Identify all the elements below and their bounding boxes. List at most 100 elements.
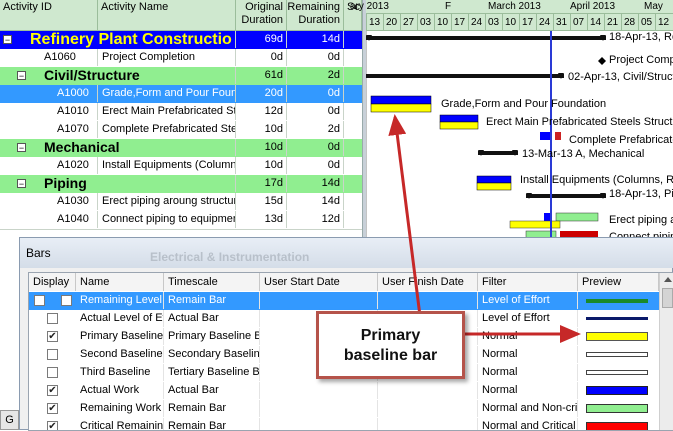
bars-grid-scrollbar[interactable] <box>659 273 673 430</box>
grid-header-display[interactable]: Display <box>29 273 76 291</box>
secondary-checkbox[interactable] <box>61 295 72 306</box>
wbs-name: Refinery Plant Constructio <box>0 31 236 48</box>
column-header-remaining-duration-line1: Remaining <box>287 1 340 13</box>
activity-row-a1030[interactable]: A1030 Erect piping aroung structur 15d 1… <box>0 193 362 212</box>
bar-timescale-cell[interactable]: Remain Bar <box>164 418 260 430</box>
primary-baseline-bar <box>439 121 479 130</box>
grid-header-filter[interactable]: Filter <box>478 273 578 291</box>
bar-timescale-cell[interactable]: Secondary Baseline Bar <box>164 346 260 363</box>
bar-preview <box>586 404 648 413</box>
activity-row-a1040[interactable]: A1040 Connect piping to equipmen 13d 12d <box>0 211 362 230</box>
grid-header-timescale[interactable]: Timescale <box>164 273 260 291</box>
wbs-name: Piping <box>0 175 236 192</box>
original-duration-cell: 12d <box>236 103 287 120</box>
activity-name-cell: Grade,Form and Pour Found <box>98 85 236 102</box>
user-start-date-cell[interactable] <box>260 400 378 417</box>
wbs-row-piping[interactable]: − Piping 17d 14d <box>0 175 362 194</box>
original-duration-cell: 13d <box>236 211 287 228</box>
display-checkbox[interactable] <box>47 367 58 378</box>
bottom-tab[interactable]: G <box>0 410 19 430</box>
wbs-row-mechanical[interactable]: − Mechanical 10d 0d <box>0 139 362 158</box>
dialog-titlebar[interactable]: Bars Electrical & Instrumentation <box>20 238 673 268</box>
user-start-date-cell[interactable] <box>260 292 378 309</box>
column-header-original-duration[interactable]: Original Duration <box>236 0 287 31</box>
activity-row-a1010[interactable]: A1010 Erect Main Prefabricated Ste 12d 0… <box>0 103 362 122</box>
user-finish-date-cell[interactable] <box>378 382 478 399</box>
bar-name-cell[interactable]: Actual Work <box>76 382 164 399</box>
bottom-tab-label: G <box>5 414 14 426</box>
bar-name-cell[interactable]: Remaining Level of Effort <box>76 292 164 309</box>
bar-timescale-cell[interactable]: Actual Bar <box>164 382 260 399</box>
activity-id-cell: A1040 <box>0 211 98 228</box>
column-header-activity-name[interactable]: Activity Name <box>98 0 236 31</box>
activity-row-a1070[interactable]: A1070 Complete Prefabricated Stee 10d 2d <box>0 121 362 140</box>
bar-row[interactable]: ✔ Critical Remaining Remain Bar Normal a… <box>29 418 659 430</box>
activity-name-cell: Project Completion <box>98 49 236 66</box>
original-duration-cell: 10d <box>236 121 287 138</box>
bar-name-cell[interactable]: Actual Level of Effort <box>76 310 164 327</box>
scroll-up-icon[interactable] <box>664 277 672 282</box>
bar-name-cell[interactable]: Critical Remaining <box>76 418 164 430</box>
original-duration-cell: 10d <box>236 157 287 174</box>
bar-filter-cell[interactable]: Normal <box>478 346 578 363</box>
bar-row[interactable]: Remaining Level of Effort Remain Bar Lev… <box>29 292 659 311</box>
bar-timescale-cell[interactable]: Remain Bar <box>164 292 260 309</box>
timescale-day: 10 <box>502 14 516 30</box>
activity-name-cell: Complete Prefabricated Stee <box>98 121 236 138</box>
bar-name-cell[interactable]: Third Baseline <box>76 364 164 381</box>
display-checkbox[interactable]: ✔ <box>47 385 58 396</box>
display-checkbox[interactable]: ✔ <box>47 403 58 414</box>
bar-filter-cell[interactable]: Normal and Non-critical <box>478 400 578 417</box>
activity-row-a1060[interactable]: A1060 Project Completion 0d 0d <box>0 49 362 68</box>
display-checkbox[interactable] <box>34 295 45 306</box>
user-start-date-cell[interactable] <box>260 418 378 430</box>
bar-row[interactable]: ✔ Remaining Work Remain Bar Normal and N… <box>29 400 659 419</box>
grid-header-user-start-date[interactable]: User Start Date <box>260 273 378 291</box>
user-finish-date-cell[interactable] <box>378 418 478 430</box>
actual-work-bar <box>544 213 550 221</box>
column-header-activity-id[interactable]: Activity ID <box>0 0 98 31</box>
bar-filter-cell[interactable]: Normal <box>478 364 578 381</box>
grid-header-preview[interactable]: Preview <box>578 273 659 291</box>
column-header-original-duration-line1: Original <box>245 1 283 13</box>
bar-timescale-cell[interactable]: Tertiary Baseline Bar <box>164 364 260 381</box>
scrollbar-thumb[interactable] <box>662 288 673 308</box>
column-header-remaining-duration[interactable]: Remaining Duration <box>287 0 344 31</box>
timescale-days: 13 20 27 03 10 17 24 03 10 17 24 31 07 1… <box>366 14 673 31</box>
grid-header-user-finish-date[interactable]: User Finish Date <box>378 273 478 291</box>
bar-name-cell[interactable]: Primary Baseline <box>76 328 164 345</box>
bar-name-cell[interactable]: Remaining Work <box>76 400 164 417</box>
original-duration-cell: 0d <box>236 49 287 66</box>
wbs-row-civil-structure[interactable]: − Civil/Structure 61d 2d <box>0 67 362 86</box>
bar-timescale-cell[interactable]: Primary Baseline Bar <box>164 328 260 345</box>
bars-grid-header: Display Name Timescale User Start Date U… <box>29 273 673 291</box>
display-checkbox[interactable]: ✔ <box>47 331 58 342</box>
user-start-date-cell[interactable] <box>260 382 378 399</box>
remaining-duration-cell: 14d <box>287 193 344 210</box>
remaining-duration-cell: 14d <box>287 31 344 48</box>
bar-timescale-cell[interactable]: Actual Bar <box>164 310 260 327</box>
user-finish-date-cell[interactable] <box>378 292 478 309</box>
bar-filter-cell[interactable]: Normal <box>478 382 578 399</box>
activity-row-a1000[interactable]: A1000 Grade,Form and Pour Found 20d 0d <box>0 85 362 104</box>
summary-bar <box>366 74 564 78</box>
grid-header-name[interactable]: Name <box>76 273 164 291</box>
bar-name-cell[interactable]: Second Baseline <box>76 346 164 363</box>
bar-filter-cell[interactable]: Normal and Critical <box>478 418 578 430</box>
bar-filter-cell[interactable]: Level of Effort <box>478 292 578 309</box>
user-finish-date-cell[interactable] <box>378 400 478 417</box>
gantt-bar-label: Erect piping ar <box>609 214 673 226</box>
display-checkbox[interactable] <box>47 313 58 324</box>
primary-baseline-bar <box>370 103 432 113</box>
activity-id-cell: A1070 <box>0 121 98 138</box>
gantt-bar-label: Project Completion <box>609 54 673 66</box>
callout-line2: baseline bar <box>343 347 438 364</box>
activity-row-a1020[interactable]: A1020 Install Equipments (Columns 10d 0d <box>0 157 362 176</box>
timescale-month-label: March 2013 <box>488 1 541 12</box>
bar-timescale-cell[interactable]: Remain Bar <box>164 400 260 417</box>
display-checkbox[interactable] <box>47 349 58 360</box>
bar-row[interactable]: ✔ Actual Work Actual Bar Normal <box>29 382 659 401</box>
bar-filter-cell[interactable]: Normal <box>478 328 578 345</box>
wbs-row-refinery[interactable]: − Refinery Plant Constructio 69d 14d <box>0 31 362 50</box>
bar-filter-cell[interactable]: Level of Effort <box>478 310 578 327</box>
